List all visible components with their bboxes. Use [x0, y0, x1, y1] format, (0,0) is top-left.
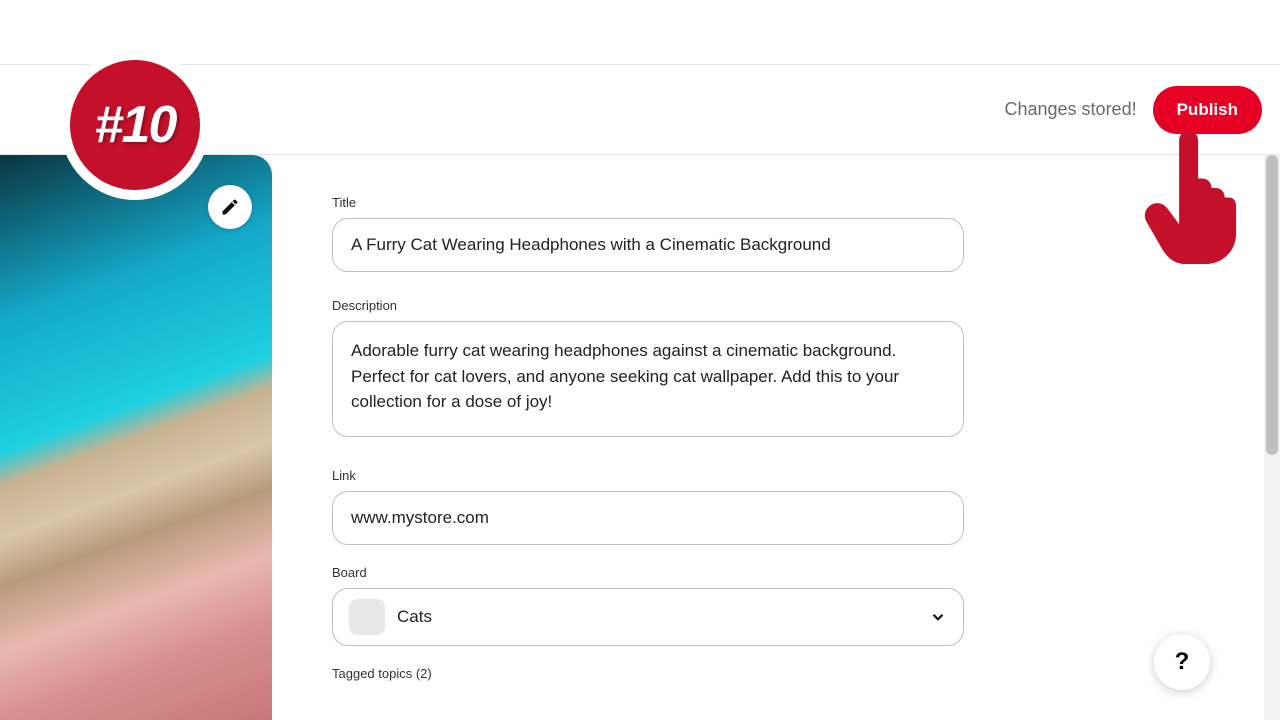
- form-panel: Title Description Adorable furry cat wea…: [272, 155, 972, 720]
- board-label: Board: [332, 565, 972, 580]
- link-group: Link: [332, 468, 972, 545]
- board-thumbnail: [349, 599, 385, 635]
- tagged-label: Tagged topics (2): [332, 666, 972, 681]
- badge-text: #10: [95, 95, 176, 155]
- board-group: Board Cats: [332, 565, 972, 646]
- description-label: Description: [332, 298, 972, 313]
- title-input[interactable]: [332, 218, 964, 272]
- board-name: Cats: [397, 607, 917, 627]
- scrollbar[interactable]: [1264, 155, 1280, 720]
- description-group: Description Adorable furry cat wearing h…: [332, 298, 972, 442]
- board-select[interactable]: Cats: [332, 588, 964, 646]
- help-button[interactable]: ?: [1154, 634, 1210, 690]
- image-panel: [0, 155, 272, 720]
- description-input[interactable]: Adorable furry cat wearing headphones ag…: [332, 321, 964, 437]
- title-label: Title: [332, 195, 972, 210]
- edit-image-button[interactable]: [208, 185, 252, 229]
- scroll-thumb[interactable]: [1266, 155, 1278, 455]
- pencil-icon: [220, 197, 240, 217]
- status-text: Changes stored!: [1005, 99, 1137, 120]
- title-group: Title: [332, 195, 972, 272]
- publish-button[interactable]: Publish: [1153, 86, 1262, 134]
- content-area: Title Description Adorable furry cat wea…: [0, 155, 1280, 720]
- step-badge: #10: [60, 50, 210, 200]
- pin-image: [0, 155, 272, 720]
- top-strip: [0, 0, 1280, 65]
- pointer-hand-icon: [1143, 130, 1238, 270]
- link-label: Link: [332, 468, 972, 483]
- chevron-down-icon: [929, 608, 947, 626]
- tagged-group: Tagged topics (2): [332, 666, 972, 681]
- link-input[interactable]: [332, 491, 964, 545]
